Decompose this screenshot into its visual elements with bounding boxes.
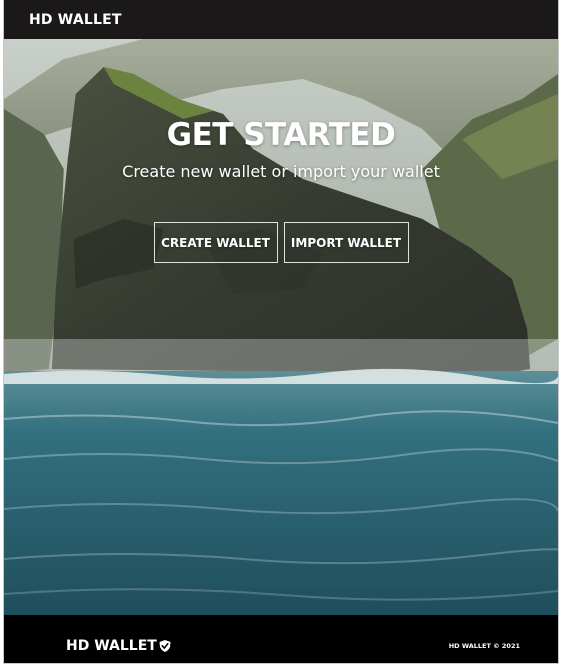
footer-brand[interactable]: HD WALLET bbox=[66, 638, 172, 654]
shield-check-icon bbox=[159, 640, 171, 652]
footer: HD WALLET HD WALLET © 2021 bbox=[4, 615, 558, 663]
footer-brand-text: HD WALLET bbox=[66, 638, 157, 654]
import-wallet-button[interactable]: IMPORT WALLET bbox=[283, 222, 409, 263]
hero-button-row: CREATE WALLET IMPORT WALLET bbox=[4, 222, 558, 263]
navbar-brand[interactable]: HD WALLET bbox=[29, 12, 122, 28]
page: HD WALLET GET STARTED Create new wallet … bbox=[3, 0, 559, 664]
footer-copyright: HD WALLET © 2021 bbox=[448, 642, 520, 650]
hero-title: GET STARTED bbox=[166, 117, 396, 153]
hero-subtitle: Create new wallet or import your wallet bbox=[122, 162, 440, 181]
navbar: HD WALLET bbox=[4, 0, 558, 39]
create-wallet-button[interactable]: CREATE WALLET bbox=[153, 222, 278, 263]
hero-content: GET STARTED Create new wallet or import … bbox=[4, 39, 558, 615]
hero-section: GET STARTED Create new wallet or import … bbox=[4, 39, 558, 615]
